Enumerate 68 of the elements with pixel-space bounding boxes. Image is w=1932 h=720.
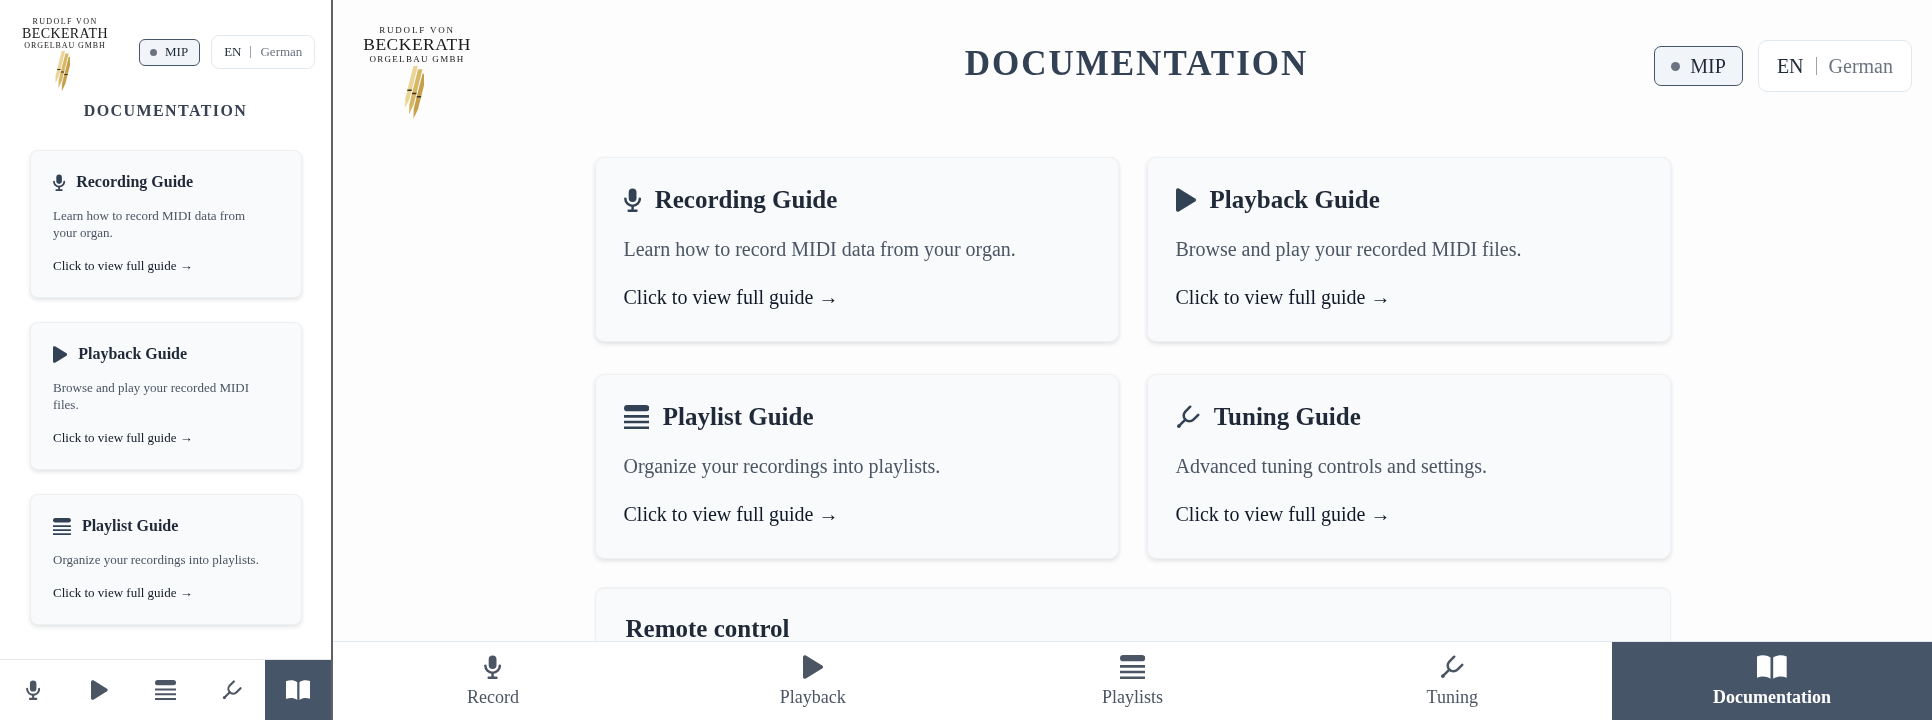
tuning-fork-icon bbox=[1440, 655, 1465, 679]
guide-card[interactable]: Recording Guide Learn how to record MIDI data from your organ. Click to view full guide → bbox=[30, 150, 302, 298]
logo-wordmark: BECKERATH bbox=[21, 27, 109, 41]
guide-card[interactable]: Playback Guide Browse and play your recorded MIDI files. Click to view full guide → bbox=[1146, 157, 1671, 342]
guide-description: Organize your recordings into playlists. bbox=[623, 454, 942, 479]
language-option[interactable]: German bbox=[1828, 54, 1893, 78]
nav-tab[interactable]: Documentation bbox=[1612, 642, 1932, 720]
nav-tab[interactable] bbox=[264, 660, 331, 720]
view-guide-link[interactable]: Click to view full guide → bbox=[53, 584, 193, 601]
list-icon bbox=[623, 405, 649, 429]
microphone-icon bbox=[53, 173, 66, 191]
view-guide-link[interactable]: Click to view full guide → bbox=[53, 257, 193, 274]
tuning-fork-icon bbox=[1175, 405, 1200, 429]
microphone-icon bbox=[623, 188, 641, 212]
guide-card[interactable]: Playback Guide Browse and play your recorded MIDI files. Click to view full guide → bbox=[30, 322, 302, 470]
guide-card[interactable]: Recording Guide Learn how to record MIDI data from your organ. Click to view full guide → bbox=[594, 157, 1119, 342]
logo-tagline: RUDOLF VON bbox=[32, 18, 98, 26]
guide-title: Recording Guide bbox=[76, 172, 194, 192]
view-guide-link[interactable]: Click to view full guide → bbox=[623, 284, 839, 310]
guide-title: Playback Guide bbox=[78, 344, 188, 364]
open-book-icon bbox=[1757, 655, 1787, 679]
logo-wordmark: BECKERATH bbox=[363, 36, 471, 54]
play-icon bbox=[802, 655, 823, 679]
status-dot-icon bbox=[1671, 61, 1681, 71]
play-icon bbox=[1175, 188, 1196, 212]
nav-tab[interactable]: Record bbox=[333, 642, 653, 720]
guide-card[interactable]: Tuning Guide Advanced tuning controls and settings. Click to view full guide → bbox=[1146, 374, 1671, 559]
play-icon bbox=[53, 345, 68, 363]
nav-tab[interactable]: Playlists bbox=[972, 642, 1293, 720]
guide-description: Learn how to record MIDI data from your organ. bbox=[623, 237, 1017, 262]
guide-card[interactable]: Playlist Guide Organize your recordings into playlists. Click to view full guide → bbox=[594, 374, 1119, 559]
language-option[interactable]: EN bbox=[224, 44, 242, 60]
nav-tab[interactable]: Tuning bbox=[1292, 642, 1613, 720]
logo-subtitle: ORGELBAU GMBH bbox=[369, 54, 465, 64]
guide-card[interactable]: Playlist Guide Organize your recordings into playlists. Click to view full guide → bbox=[30, 494, 302, 625]
play-icon bbox=[90, 680, 108, 700]
page-heading: DOCUMENTATION bbox=[83, 101, 248, 121]
guide-description: Browse and play your recorded MIDI files. bbox=[1175, 237, 1523, 262]
mip-button[interactable]: MIP bbox=[1654, 46, 1743, 86]
microphone-icon bbox=[484, 655, 502, 679]
view-guide-link[interactable]: Click to view full guide → bbox=[1175, 284, 1391, 310]
guide-description: Advanced tuning controls and settings. bbox=[1175, 454, 1489, 479]
language-option[interactable]: German bbox=[260, 44, 303, 60]
list-icon bbox=[53, 517, 71, 535]
guide-description: Browse and play your recorded MIDI files. bbox=[53, 379, 251, 413]
section-title: Remote control bbox=[625, 617, 790, 641]
nav-tab[interactable]: Playback bbox=[652, 642, 973, 720]
list-icon bbox=[1119, 655, 1146, 679]
guide-title: Playlist Guide bbox=[662, 402, 814, 432]
view-guide-link[interactable]: Click to view full guide → bbox=[1175, 501, 1391, 527]
open-book-icon bbox=[285, 680, 311, 700]
guide-description: Organize your recordings into playlists. bbox=[53, 551, 260, 568]
view-guide-link[interactable]: Click to view full guide → bbox=[623, 501, 839, 527]
logo-subtitle: ORGELBAU GMBH bbox=[24, 42, 106, 50]
tuning-fork-icon bbox=[221, 680, 242, 700]
page-heading: DOCUMENTATION bbox=[964, 44, 1309, 84]
guide-title: Tuning Guide bbox=[1213, 402, 1361, 432]
guide-title: Playback Guide bbox=[1209, 185, 1380, 215]
language-option[interactable]: EN bbox=[1776, 54, 1804, 78]
mip-button[interactable]: MIP bbox=[139, 38, 201, 66]
status-dot-icon bbox=[150, 48, 157, 56]
guide-title: Recording Guide bbox=[654, 185, 838, 215]
guide-description: Learn how to record MIDI data from your organ. bbox=[53, 207, 247, 241]
guide-title: Playlist Guide bbox=[81, 516, 179, 536]
view-guide-link[interactable]: Click to view full guide → bbox=[53, 429, 193, 446]
logo-tagline: RUDOLF VON bbox=[379, 26, 455, 35]
list-icon bbox=[154, 680, 177, 700]
microphone-icon bbox=[25, 680, 41, 700]
